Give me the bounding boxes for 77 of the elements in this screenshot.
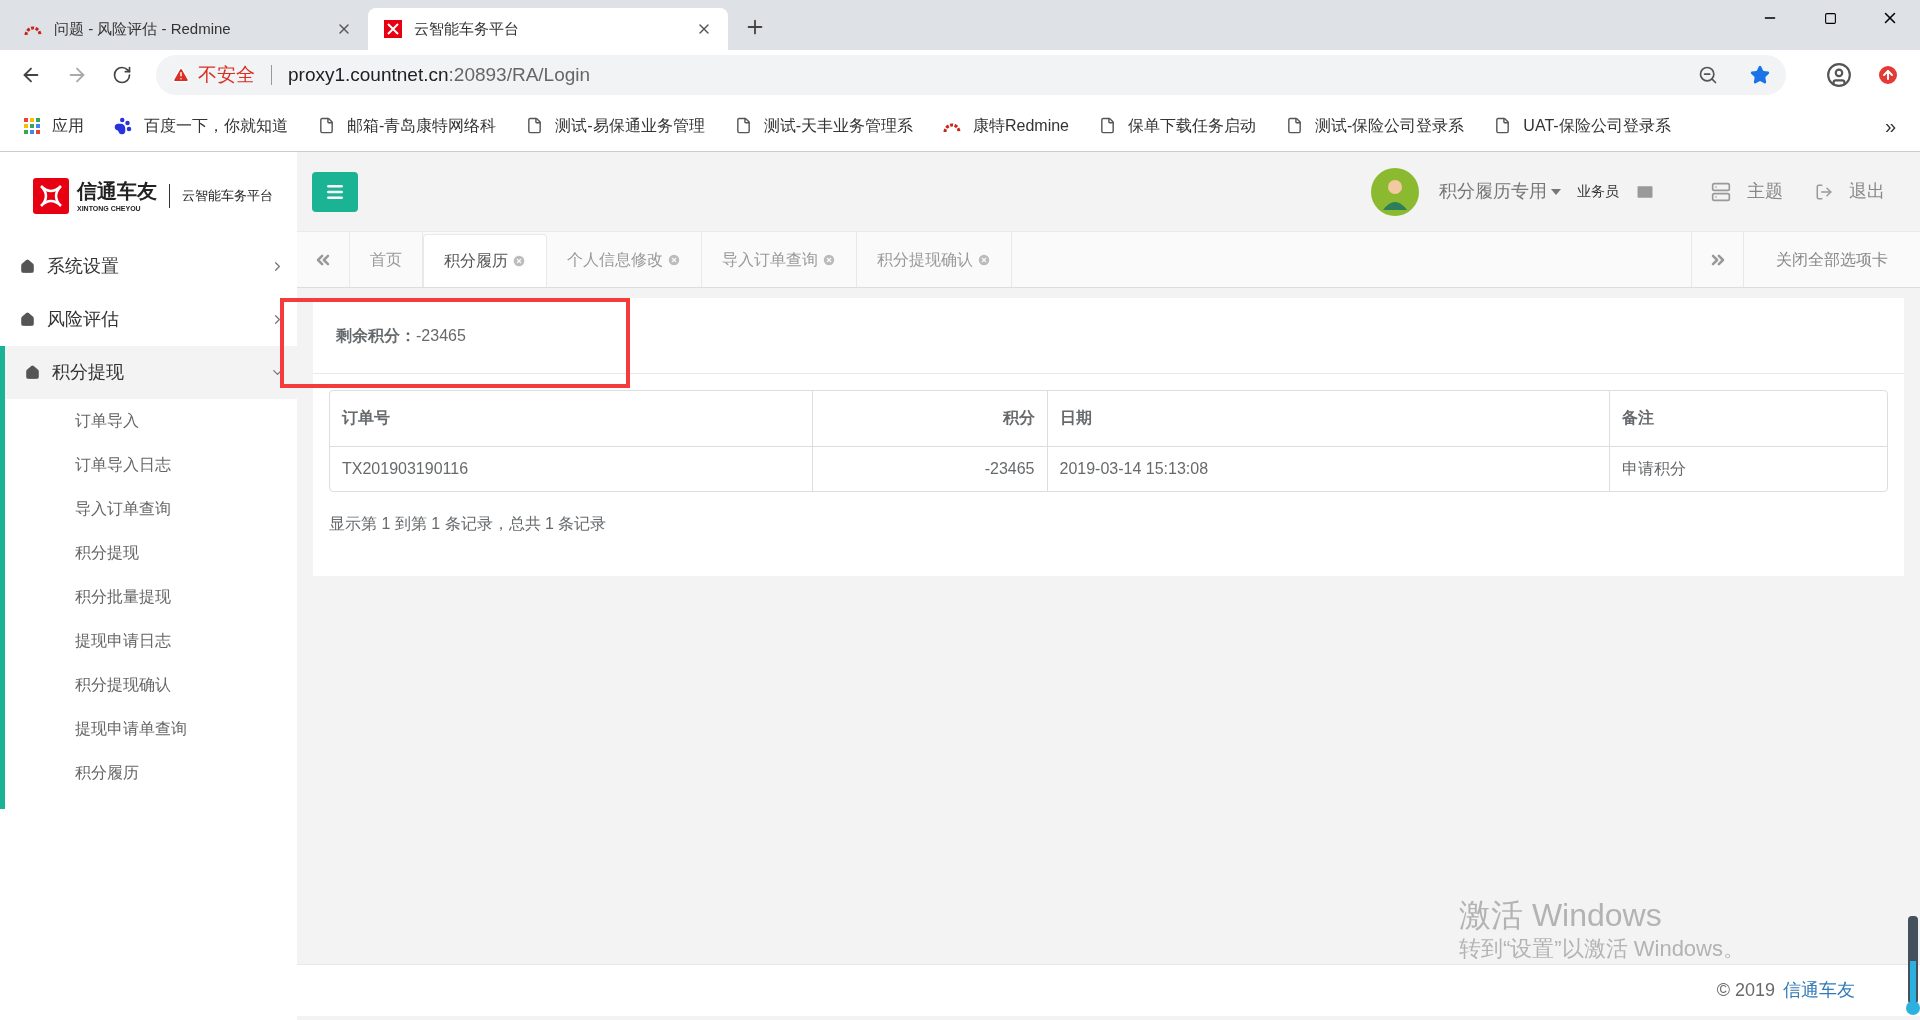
activation-title: 激活 Windows <box>1459 895 1663 935</box>
column-header: 积分 <box>812 391 1047 446</box>
submenu-item[interactable]: 积分提现确认 <box>5 663 297 707</box>
logout-button[interactable]: 退出 <box>1849 178 1885 205</box>
browser-tab[interactable]: 云智能车务平台 <box>368 8 728 50</box>
warning-icon <box>172 66 190 84</box>
security-warning: 不安全 <box>198 62 255 87</box>
tab-title: 云智能车务平台 <box>414 18 520 39</box>
home-icon <box>25 365 40 380</box>
table-cell: TX201903190116 <box>330 446 812 491</box>
update-icon[interactable] <box>1876 63 1900 87</box>
logo-icon <box>384 20 402 38</box>
column-header: 日期 <box>1047 391 1609 446</box>
sidebar-item[interactable]: 系统设置 <box>0 240 297 293</box>
bookmark[interactable]: UAT-保险公司登录系 <box>1494 113 1671 138</box>
bookmark[interactable]: 邮箱-青岛康特网络科 <box>318 113 497 138</box>
submenu-item[interactable]: 积分批量提现 <box>5 575 297 619</box>
bookmark[interactable]: 康特Redmine <box>943 113 1069 138</box>
balance-label: 剩余积分： <box>336 325 416 346</box>
table-cell: 申请积分 <box>1609 446 1887 491</box>
server-icon <box>1711 181 1731 202</box>
close-all-tabs-button[interactable]: 关闭全部选项卡 <box>1744 232 1920 287</box>
balance-value: -23465 <box>416 325 466 346</box>
submenu-item[interactable]: 积分提现 <box>5 531 297 575</box>
submenu-item[interactable]: 积分履历 <box>5 751 297 795</box>
pagination-info: 显示第 1 到第 1 条记录，总共 1 条记录 <box>329 514 608 534</box>
column-header: 备注 <box>1609 391 1887 446</box>
logo-name: 信通车友 <box>77 180 157 201</box>
activation-hint: 转到“设置”以激活 Windows。 <box>1459 934 1745 962</box>
url-path: :20893/RA/Login <box>448 62 591 87</box>
zoom-out-icon[interactable] <box>1698 65 1718 85</box>
bookmark[interactable]: 测试-天丰业务管理系 <box>734 113 913 138</box>
paw-icon <box>114 116 132 135</box>
home-icon <box>20 312 35 327</box>
bookmark[interactable]: 保单下载任务启动 <box>1099 113 1256 138</box>
column-header: 订单号 <box>330 391 812 446</box>
page-icon <box>734 117 752 134</box>
profile-icon[interactable] <box>1826 62 1852 88</box>
page-icon <box>1286 117 1303 134</box>
avatar-icon <box>1371 167 1419 216</box>
bookmark[interactable]: 测试-保险公司登录系 <box>1286 113 1465 138</box>
star-icon[interactable] <box>1750 65 1770 85</box>
submenu-item[interactable]: 提现申请单查询 <box>5 707 297 751</box>
address-field[interactable]: 不安全 proxy1.countnet.cn:20893/RA/Login <box>156 55 1786 95</box>
thermometer-icon <box>1906 916 1920 1016</box>
user-role: 业务员 <box>1577 182 1619 201</box>
home-icon <box>20 259 35 274</box>
more-bookmarks[interactable]: » <box>1884 110 1896 141</box>
page-icon <box>526 117 544 134</box>
url-host: proxy1.countnet.cn <box>288 62 449 87</box>
page-icon <box>1494 117 1512 134</box>
menu-toggle-button[interactable] <box>312 171 358 212</box>
submenu-item[interactable]: 提现申请日志 <box>5 619 297 663</box>
table-cell: -23465 <box>812 446 1047 491</box>
submenu-item[interactable]: 导入订单查询 <box>5 487 297 531</box>
page-tab[interactable]: 积分履历 <box>423 234 547 287</box>
bookmark[interactable]: 百度一下，你就知道 <box>114 113 288 138</box>
restore-icon[interactable] <box>1823 11 1837 25</box>
table-cell: 2019-03-14 15:13:08 <box>1047 446 1609 491</box>
logout-icon <box>1815 182 1833 201</box>
copyright: © 2019 <box>1716 979 1775 1002</box>
reload-icon[interactable] <box>112 65 132 85</box>
page-icon <box>318 117 335 134</box>
page-icon <box>1099 117 1116 134</box>
logo-subtitle: 云智能车务平台 <box>182 187 273 206</box>
submenu-item[interactable]: 订单导入 <box>5 399 297 443</box>
submenu-item[interactable]: 订单导入日志 <box>5 443 297 487</box>
user-menu[interactable]: 积分履历专用 <box>1439 178 1561 205</box>
bookmark[interactable]: 测试-易保通业务管理 <box>526 113 705 138</box>
sidebar-item[interactable]: 积分提现 <box>5 346 297 399</box>
brand-link[interactable]: 信通车友 <box>1783 977 1855 1004</box>
sidebar-item[interactable]: 风险评估 <box>0 293 297 346</box>
tab-title: 问题 - 风险评估 - Redmine <box>54 18 232 39</box>
logo-icon <box>33 178 69 214</box>
apps-grid-icon <box>24 117 40 134</box>
theme-button[interactable]: 主题 <box>1747 178 1783 205</box>
bookmark[interactable]: 应用 <box>24 113 84 138</box>
